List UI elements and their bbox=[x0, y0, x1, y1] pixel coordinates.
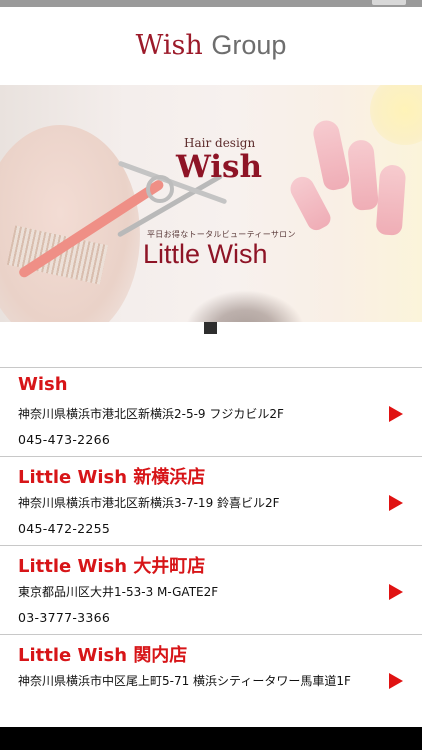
app-header: Wish Group bbox=[0, 7, 422, 85]
salon-phone[interactable]: 03-3777-3366 bbox=[18, 610, 110, 625]
salon-list-item[interactable]: Little Wish 関内店 神奈川県横浜市中区尾上町5-71 横浜シティータ… bbox=[0, 635, 422, 723]
salon-address: 神奈川県横浜市港北区新横浜3-7-19 鈴喜ビル2F bbox=[18, 496, 280, 510]
hero-wish-logo: Wish bbox=[176, 149, 263, 185]
carousel-dot-icon[interactable] bbox=[204, 322, 217, 334]
hero-banner[interactable]: Hair design Wish 平日お得なトータルビューティーサロン Litt… bbox=[0, 85, 422, 322]
logo-group-text: Group bbox=[211, 30, 287, 60]
play-arrow-icon[interactable] bbox=[389, 495, 403, 511]
salon-list-item[interactable]: Wish 神奈川県横浜市港北区新横浜2-5-9 フジカビル2F 045-473-… bbox=[0, 368, 422, 456]
hero-hair-design-text: Hair design bbox=[184, 136, 256, 150]
play-arrow-icon[interactable] bbox=[389, 406, 403, 422]
salon-list-item[interactable]: Little Wish 大井町店 東京都品川区大井1-53-3 M-GATE2F… bbox=[0, 546, 422, 634]
eyelash-image bbox=[185, 290, 305, 322]
salon-phone[interactable]: 045-472-2255 bbox=[18, 521, 110, 536]
salon-name: Wish bbox=[18, 374, 68, 395]
salon-name: Little Wish 新横浜店 bbox=[18, 467, 206, 488]
nail-image bbox=[311, 118, 351, 192]
logo-wish-text: Wish bbox=[135, 30, 203, 61]
nail-image bbox=[375, 164, 407, 236]
wish-group-logo: Wish Group bbox=[0, 29, 422, 62]
salon-phone[interactable]: 045-473-2266 bbox=[18, 432, 110, 447]
battery-icon bbox=[372, 0, 406, 5]
play-arrow-icon[interactable] bbox=[389, 584, 403, 600]
salon-name: Little Wish 関内店 bbox=[18, 645, 188, 666]
salon-address: 神奈川県横浜市中区尾上町5-71 横浜シティータワー馬車道1F bbox=[18, 674, 351, 688]
scissors-ring-image bbox=[146, 175, 174, 203]
hand-image bbox=[0, 125, 140, 322]
flower-image bbox=[370, 85, 422, 145]
salon-list-item[interactable]: Little Wish 新横浜店 神奈川県横浜市港北区新横浜3-7-19 鈴喜ビ… bbox=[0, 457, 422, 545]
status-bar bbox=[0, 0, 422, 7]
salon-address: 神奈川県横浜市港北区新横浜2-5-9 フジカビル2F bbox=[18, 407, 284, 421]
hero-little-wish-logo: Little Wish bbox=[143, 239, 268, 269]
salon-address: 東京都品川区大井1-53-3 M-GATE2F bbox=[18, 585, 219, 599]
salon-name: Little Wish 大井町店 bbox=[18, 556, 206, 577]
bottom-bar bbox=[0, 727, 422, 750]
nail-image bbox=[346, 139, 380, 211]
play-arrow-icon[interactable] bbox=[389, 673, 403, 689]
